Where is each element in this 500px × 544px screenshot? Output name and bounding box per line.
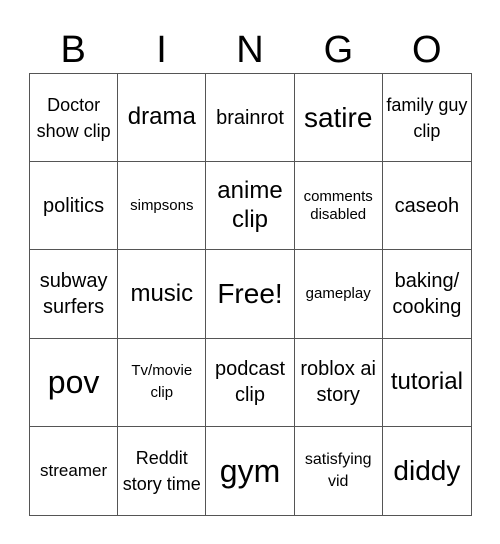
bingo-cell[interactable]: simpsons bbox=[118, 162, 207, 251]
bingo-cell[interactable]: politics bbox=[30, 162, 119, 251]
header-letter-g: G bbox=[323, 29, 354, 71]
bingo-cell[interactable]: tutorial bbox=[382, 339, 471, 427]
header-letter-i: I bbox=[156, 29, 167, 71]
bingo-cell[interactable]: gameplay bbox=[294, 250, 383, 339]
bingo-cell[interactable]: anime clip bbox=[206, 162, 295, 251]
bingo-cell[interactable]: gym bbox=[206, 426, 295, 515]
header-letter-o: O bbox=[411, 29, 442, 71]
bingo-header: B I N G O bbox=[29, 28, 471, 72]
bingo-cell[interactable]: streamer bbox=[30, 426, 119, 515]
header-letter-b: B bbox=[60, 29, 86, 71]
bingo-cell[interactable]: pov bbox=[30, 338, 119, 427]
bingo-cell[interactable]: Reddit story time bbox=[118, 426, 207, 515]
bingo-cell-free[interactable]: Free! bbox=[206, 250, 295, 339]
bingo-cell[interactable]: comments disabled bbox=[294, 162, 383, 251]
bingo-cell[interactable]: diddy bbox=[383, 427, 471, 515]
bingo-cell[interactable]: family guy clip bbox=[382, 74, 471, 163]
bingo-cell[interactable]: subway surfers bbox=[30, 250, 119, 339]
bingo-cell[interactable]: music bbox=[118, 250, 207, 339]
bingo-cell[interactable]: drama bbox=[118, 74, 207, 163]
bingo-cell[interactable]: caseoh bbox=[382, 162, 471, 251]
bingo-grid: Doctor show clip drama brainrot satire f… bbox=[29, 73, 472, 516]
header-letter-n: N bbox=[236, 29, 264, 71]
bingo-cell[interactable]: Doctor show clip bbox=[30, 74, 119, 163]
bingo-cell[interactable]: Tv/movie clip bbox=[118, 338, 207, 427]
bingo-cell[interactable]: satisfying vid bbox=[295, 426, 383, 515]
bingo-cell[interactable]: roblox ai story bbox=[294, 338, 383, 427]
bingo-cell[interactable]: satire bbox=[294, 74, 383, 163]
bingo-cell[interactable]: brainrot bbox=[206, 74, 295, 163]
bingo-cell[interactable]: baking/ cooking bbox=[382, 250, 471, 339]
bingo-cell[interactable]: podcast clip bbox=[206, 338, 295, 427]
